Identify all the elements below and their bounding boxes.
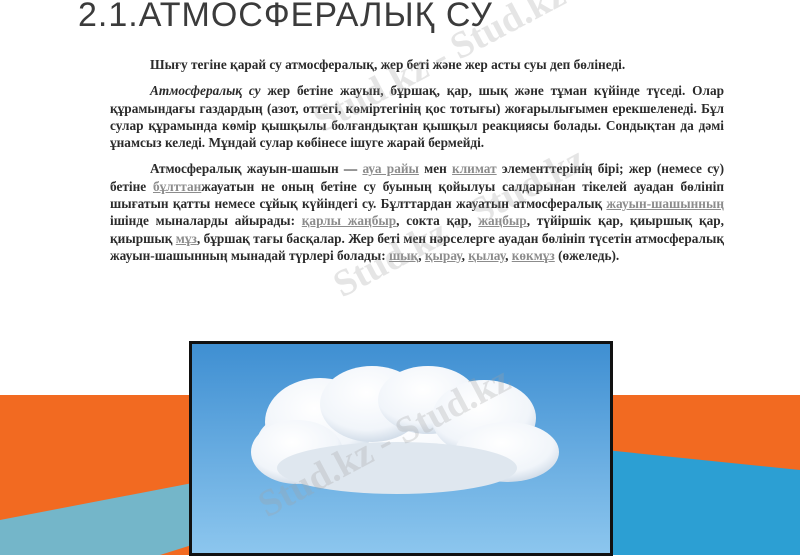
text: Атмосфералық жауын-шашын —	[150, 161, 363, 177]
link-sleet[interactable]: қарлы жаңбыр	[302, 213, 396, 228]
link-climate[interactable]: климат	[452, 161, 497, 176]
text: мен	[418, 161, 453, 177]
paragraph-precipitation: Атмосфералық жауын-шашын — ауа райы мен …	[110, 160, 724, 264]
text: ішінде мыналарды айырады:	[110, 213, 302, 229]
link-frost[interactable]: қырау	[425, 248, 462, 263]
link-dew[interactable]: шық	[389, 248, 418, 263]
cloud-image	[192, 344, 610, 553]
slide-body: Шығу тегіне қарай су атмосфералық, жер б…	[110, 56, 724, 273]
cloud-photo	[189, 341, 613, 556]
text: ,	[418, 247, 425, 263]
link-glaze[interactable]: көкмұз	[512, 248, 555, 263]
text: ,	[505, 247, 512, 263]
link-weather[interactable]: ауа райы	[362, 161, 418, 176]
link-rain[interactable]: жаңбыр	[478, 213, 526, 228]
link-precipitation[interactable]: жауын-шашынның	[606, 196, 724, 211]
paragraph-atmospheric-water: Атмосфералық су жер бетіне жауын, бұршақ…	[110, 82, 724, 151]
text: (өжеледь).	[554, 247, 620, 263]
link-ice[interactable]: мұз	[176, 231, 197, 246]
term-atmospheric-water: Атмосфералық су	[150, 83, 261, 99]
text: , сокта қар,	[396, 213, 479, 229]
slide-title: 2.1.АТМОСФЕРАЛЫҚ СУ	[78, 0, 493, 34]
paragraph-origin: Шығу тегіне қарай су атмосфералық, жер б…	[150, 57, 626, 72]
link-cloud[interactable]: бұлттан	[153, 179, 201, 194]
link-rime[interactable]: қылау	[468, 248, 505, 263]
